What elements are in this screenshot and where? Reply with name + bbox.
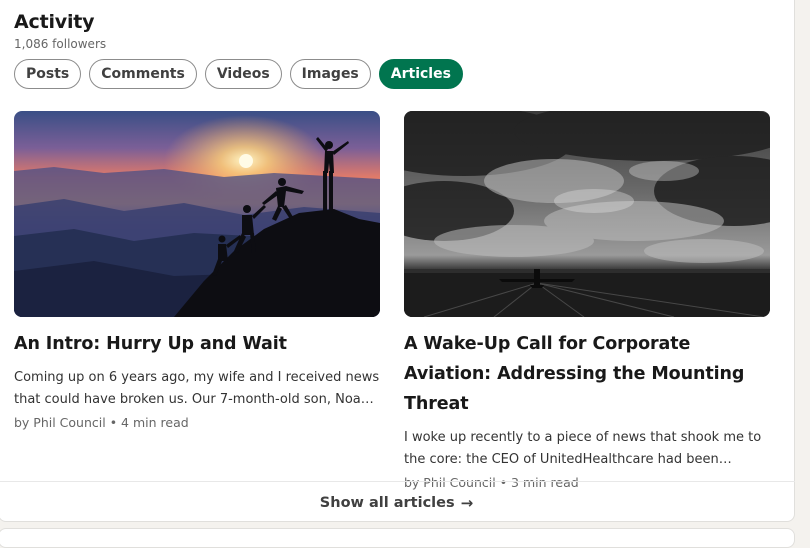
activity-filter-tabs: Posts Comments Videos Images Articles: [14, 59, 463, 89]
article-meta: by Phil Council • 4 min read: [14, 415, 189, 430]
article-snippet: I woke up recently to a piece of news th…: [404, 430, 762, 467]
section-title: Activity: [14, 11, 95, 33]
article-card[interactable]: A Wake-Up Call for Corporate Aviation: A…: [404, 111, 770, 490]
arrow-right-icon: →: [460, 493, 474, 512]
article-card[interactable]: An Intro: Hurry Up and Wait Coming up on…: [14, 111, 380, 430]
tab-comments[interactable]: Comments: [89, 59, 197, 89]
next-section-card: [0, 528, 795, 548]
tab-images[interactable]: Images: [289, 59, 371, 89]
tab-posts[interactable]: Posts: [14, 59, 82, 89]
show-all-articles-button[interactable]: Show all articles →: [0, 481, 795, 523]
sunset-mountain-climbers-image[interactable]: [14, 111, 380, 317]
show-all-label: Show all articles: [319, 494, 455, 511]
article-snippet: Coming up on 6 years ago, my wife and I …: [14, 370, 380, 407]
tab-videos[interactable]: Videos: [204, 59, 282, 89]
article-title[interactable]: A Wake-Up Call for Corporate Aviation: A…: [404, 329, 770, 419]
storm-clouds-airplane-runway-image[interactable]: [404, 111, 770, 317]
article-title[interactable]: An Intro: Hurry Up and Wait: [14, 329, 380, 359]
tab-articles[interactable]: Articles: [378, 59, 463, 89]
followers-count: 1,086 followers: [14, 37, 107, 51]
